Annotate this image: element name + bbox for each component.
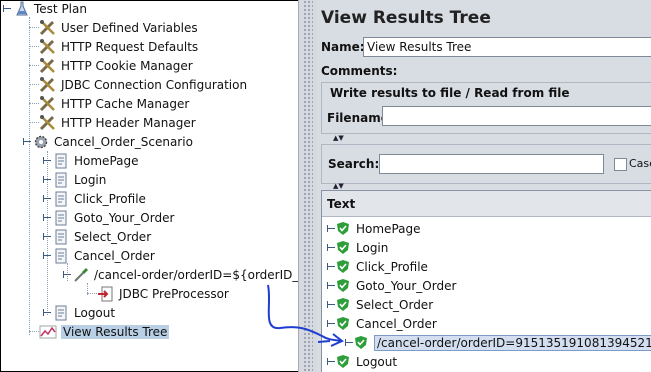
write-results-title: Write results to file / Read from file (330, 86, 570, 100)
tree-node-sampler[interactable]: Login (43, 170, 106, 189)
tree-node-sampler[interactable]: Click_Profile (43, 189, 146, 208)
tree-node-user-defined-variables[interactable]: User Defined Variables (39, 18, 198, 37)
success-shield-icon (336, 221, 350, 236)
sampler-icon (52, 305, 70, 321)
collapse-handle[interactable] (63, 271, 72, 278)
success-shield-icon (336, 354, 350, 369)
tree-node-http-request[interactable]: /cancel-order/orderID=${orderID_1} (63, 265, 299, 284)
sampler-icon (52, 248, 70, 264)
tree-node-view-results-tree[interactable]: View Results Tree (39, 322, 170, 341)
results-header: Text (322, 191, 651, 217)
result-node[interactable]: Select_Order (327, 295, 433, 314)
tree-node-jdbc-preprocessor[interactable]: JDBC PreProcessor (97, 284, 229, 303)
success-shield-icon (336, 297, 350, 312)
pane-splitter[interactable] (298, 0, 318, 372)
filename-field[interactable] (382, 106, 651, 126)
test-plan-icon (12, 1, 30, 17)
collapse-handle[interactable] (23, 138, 32, 145)
wrench-screwdriver-icon (39, 76, 57, 93)
result-node-logout[interactable]: Logout (327, 352, 397, 371)
wrench-screwdriver-icon (39, 19, 57, 36)
name-label: Name: (321, 40, 365, 54)
gear-icon (32, 134, 50, 150)
test-plan-tree: Test Plan User Defined Variables HTTP Re… (1, 1, 299, 370)
name-field[interactable]: View Results Tree (363, 37, 651, 57)
tree-label: Test Plan (34, 1, 87, 16)
success-shield-icon (336, 278, 350, 293)
wrench-screwdriver-icon (39, 38, 57, 55)
wrench-screwdriver-icon (39, 95, 57, 112)
filename-label: Filename (327, 111, 389, 125)
collapse-arrows-icon[interactable]: ▲▼ (333, 134, 344, 142)
sampler-icon (52, 229, 70, 245)
pipette-icon (72, 267, 90, 283)
tree-node-http-cache-manager[interactable]: HTTP Cache Manager (39, 94, 189, 113)
search-field[interactable] (379, 154, 604, 174)
result-node-cancel-order[interactable]: Cancel_Order (327, 314, 437, 333)
case-label: Case (629, 157, 651, 170)
success-shield-icon (336, 316, 350, 331)
panel-title: View Results Tree (321, 8, 491, 28)
success-shield-icon (336, 259, 350, 274)
results-tree: Text HomePage Login Click_Profile Goto_Y… (321, 190, 651, 372)
result-node[interactable]: Click_Profile (327, 257, 428, 276)
tree-node-sampler[interactable]: Select_Order (43, 227, 151, 246)
result-node[interactable]: Login (327, 238, 388, 257)
search-label: Search: (328, 157, 380, 171)
write-results-group: Write results to file / Read from file F… (321, 82, 651, 134)
tree-node-sampler-logout[interactable]: Logout (43, 303, 115, 322)
sampler-icon (52, 210, 70, 226)
collapse-arrows-icon[interactable]: ▲▼ (333, 182, 344, 190)
tree-node-http-cookie-manager[interactable]: HTTP Cookie Manager (39, 56, 193, 75)
sampler-icon (52, 172, 70, 188)
search-panel: Search: Case (321, 144, 651, 184)
tree-node-thread-group[interactable]: Cancel_Order_Scenario (23, 132, 193, 151)
graph-listener-icon (39, 324, 57, 340)
tree-node-sampler-cancel-order[interactable]: Cancel_Order (43, 246, 155, 265)
listener-panel: View Results Tree Name: View Results Tre… (317, 0, 651, 372)
preprocessor-icon (97, 286, 115, 302)
sampler-icon (52, 153, 70, 169)
success-shield-icon (354, 335, 368, 350)
tree-node-http-header-manager[interactable]: HTTP Header Manager (39, 113, 196, 132)
wrench-screwdriver-icon (39, 57, 57, 74)
result-node[interactable]: Goto_Your_Order (327, 276, 456, 295)
tree-node-sampler[interactable]: Goto_Your_Order (43, 208, 174, 227)
tree-node-http-request-defaults[interactable]: HTTP Request Defaults (39, 37, 198, 56)
comments-label: Comments: (321, 64, 398, 78)
sampler-icon (52, 191, 70, 207)
success-shield-icon (336, 240, 350, 255)
tree-node-jdbc-connection-configuration[interactable]: JDBC Connection Configuration (39, 75, 247, 94)
tree-node-sampler[interactable]: HomePage (43, 151, 139, 170)
case-checkbox[interactable] (614, 158, 627, 171)
collapse-handle[interactable] (43, 252, 52, 259)
result-node[interactable]: HomePage (327, 219, 421, 238)
wrench-screwdriver-icon (39, 114, 57, 131)
tree-node-test-plan[interactable]: Test Plan (3, 1, 87, 18)
result-node-request[interactable]: /cancel-order/orderID=915135191081394521… (345, 333, 651, 352)
